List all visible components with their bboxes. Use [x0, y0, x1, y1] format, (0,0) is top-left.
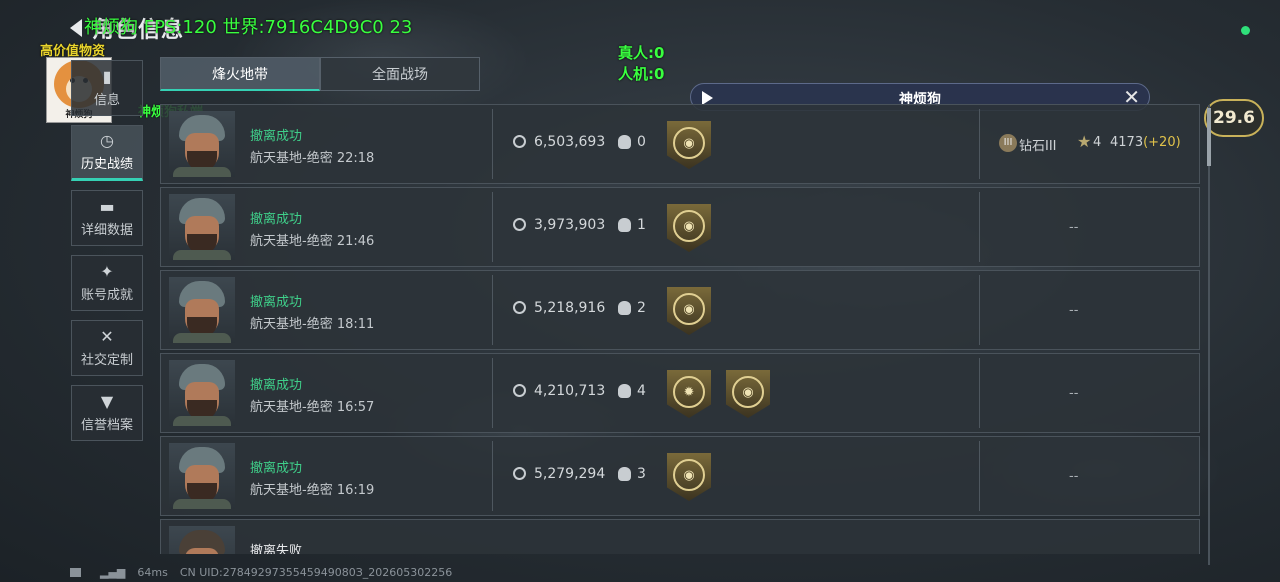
tools-icon: ✕	[100, 326, 114, 346]
sidebar-item-label: 信息	[93, 92, 120, 108]
rank-dash: --	[1069, 386, 1079, 401]
operator-portrait	[169, 277, 235, 343]
medal-badge-icon[interactable]: ◉	[667, 204, 711, 252]
match-row[interactable]: 撤离成功 航天基地-绝密 21:46 3,973,903 1 ◉ --	[160, 187, 1200, 267]
tab-battlefield[interactable]: 全面战场	[320, 57, 480, 91]
sidebar-item-details[interactable]: ▬ 详细数据	[71, 190, 143, 246]
skull-icon	[618, 218, 631, 232]
status-dot-icon	[1241, 26, 1250, 35]
loot-value: 3,973,903	[534, 217, 606, 233]
overlay-bot-count: 人机:0	[618, 65, 665, 83]
skull-icon	[618, 135, 631, 149]
kill-count: 2	[632, 553, 641, 554]
match-row[interactable]: 撤离成功 航天基地-绝密 16:19 5,279,294 3 ◉ --	[160, 436, 1200, 516]
match-list: 撤离成功 航天基地-绝密 22:18 6,503,693 0 ◉ III 钻石I…	[160, 104, 1200, 554]
shield-icon: ▼	[100, 391, 114, 411]
timer-badge: 29.6	[1204, 99, 1264, 137]
uid-text: CN UID:2784929735545949080З_202605302256	[179, 566, 453, 579]
scrollbar-thumb[interactable]	[1207, 108, 1211, 166]
tab-warzone[interactable]: 烽火地带	[160, 57, 320, 91]
extract-status: 撤离成功	[250, 461, 303, 476]
kill-count: 2	[637, 300, 646, 316]
loot-value: 6,503,693	[534, 134, 606, 150]
rank-score: 4173(+20)	[1110, 135, 1181, 150]
overlay-real-count: 真人:0	[618, 44, 665, 62]
map-time: 航天基地-绝密 22:18	[250, 151, 375, 166]
medal-badge-icon[interactable]: ◉	[667, 121, 711, 169]
match-row[interactable]: 撤离成功 航天基地-绝密 16:57 4,210,713 4 ✹ ◉ --	[160, 353, 1200, 433]
coin-icon	[513, 301, 526, 314]
star-count: 4	[1093, 135, 1102, 150]
kill-count: 1	[637, 217, 646, 233]
operator-portrait	[169, 194, 235, 260]
map-time: 航天基地-绝密 16:57	[250, 400, 375, 415]
medal-badge-icon[interactable]: ◉	[667, 287, 711, 335]
sun-medal-badge-icon[interactable]: ✹	[667, 370, 711, 418]
footer: ▂▄▆ 64ms CN UID:2784929735545949080З_202…	[70, 566, 452, 579]
rank-icon: III	[999, 134, 1017, 152]
skull-icon	[618, 384, 631, 398]
sidebar-item-label: 信誉档案	[80, 417, 133, 433]
medal-badge-icon[interactable]: ◉	[726, 370, 770, 418]
medal-icon: ✦	[100, 261, 114, 281]
sidebar-item-info[interactable]: ▮ 信息	[71, 60, 143, 116]
sidebar-item-achievements[interactable]: ✦ 账号成就	[71, 255, 143, 311]
extract-status: 撤离成功	[250, 212, 303, 227]
loot-value: 0	[534, 553, 543, 554]
extract-status: 撤离失败	[250, 544, 303, 554]
extract-status: 撤离成功	[250, 378, 303, 393]
operator-portrait	[169, 443, 235, 509]
kill-count: 0	[637, 134, 646, 150]
extract-status: 撤离成功	[250, 129, 303, 144]
bars-icon: ▮	[102, 66, 112, 86]
operator-portrait	[169, 111, 235, 177]
coin-icon	[513, 135, 526, 148]
sidebar-item-history[interactable]: ◷ 历史战绩	[71, 125, 143, 181]
ping: 64ms	[137, 566, 168, 579]
rank-name: 钻石III	[1019, 139, 1057, 154]
sidebar-item-label: 社交定制	[80, 352, 133, 368]
star-icon: ★	[1077, 132, 1092, 151]
coin-icon	[513, 384, 526, 397]
map-time: 航天基地-绝密 18:11	[250, 317, 375, 332]
loot-value: 5,218,916	[534, 300, 606, 316]
coin-icon	[513, 467, 526, 480]
score-delta: (+20)	[1143, 135, 1181, 150]
kill-count: 4	[637, 383, 646, 399]
sidebar-item-reputation[interactable]: ▼ 信誉档案	[71, 385, 143, 441]
sidebar-item-label: 历史战绩	[80, 156, 133, 172]
signal-icon: ▂▄▆	[100, 566, 126, 579]
kill-count: 3	[637, 466, 646, 482]
skull-icon	[618, 467, 631, 481]
sidebar: ▮ 信息 ◷ 历史战绩 ▬ 详细数据 ✦ 账号成就 ✕ 社交定制 ▼ 信誉档案	[71, 60, 143, 450]
back-arrow-icon[interactable]	[70, 19, 82, 37]
medal-badge-icon[interactable]: ◉	[667, 453, 711, 501]
loot-value: 5,279,294	[534, 466, 606, 482]
operator-portrait	[169, 360, 235, 426]
clock-icon: ◷	[100, 130, 114, 150]
match-row[interactable]: 撤离失败 0 2	[160, 519, 1200, 554]
sidebar-item-social[interactable]: ✕ 社交定制	[71, 320, 143, 376]
loot-value: 4,210,713	[534, 383, 606, 399]
match-row[interactable]: 撤离成功 航天基地-绝密 22:18 6,503,693 0 ◉ III 钻石I…	[160, 104, 1200, 184]
operator-portrait	[169, 526, 235, 554]
rank-dash: --	[1069, 303, 1079, 318]
scrollbar-track[interactable]	[1208, 105, 1210, 565]
mode-tabs: 烽火地带 全面战场	[160, 57, 480, 91]
rank-dash: --	[1069, 220, 1079, 235]
map-time: 航天基地-绝密 16:19	[250, 483, 375, 498]
match-row[interactable]: 撤离成功 航天基地-绝密 18:11 5,218,916 2 ◉ --	[160, 270, 1200, 350]
coin-icon	[513, 218, 526, 231]
rank-dash: --	[1069, 469, 1079, 484]
map-time: 航天基地-绝密 21:46	[250, 234, 375, 249]
battery-icon	[70, 568, 88, 577]
overlay-fps-line: 神烦狗 FPS:120 世界:7916C4D9C0 23	[84, 17, 413, 38]
sidebar-item-label: 账号成就	[80, 287, 133, 303]
skull-icon	[618, 301, 631, 315]
extract-status: 撤离成功	[250, 295, 303, 310]
folder-icon: ▬	[99, 196, 115, 216]
sidebar-item-label: 详细数据	[80, 222, 133, 238]
